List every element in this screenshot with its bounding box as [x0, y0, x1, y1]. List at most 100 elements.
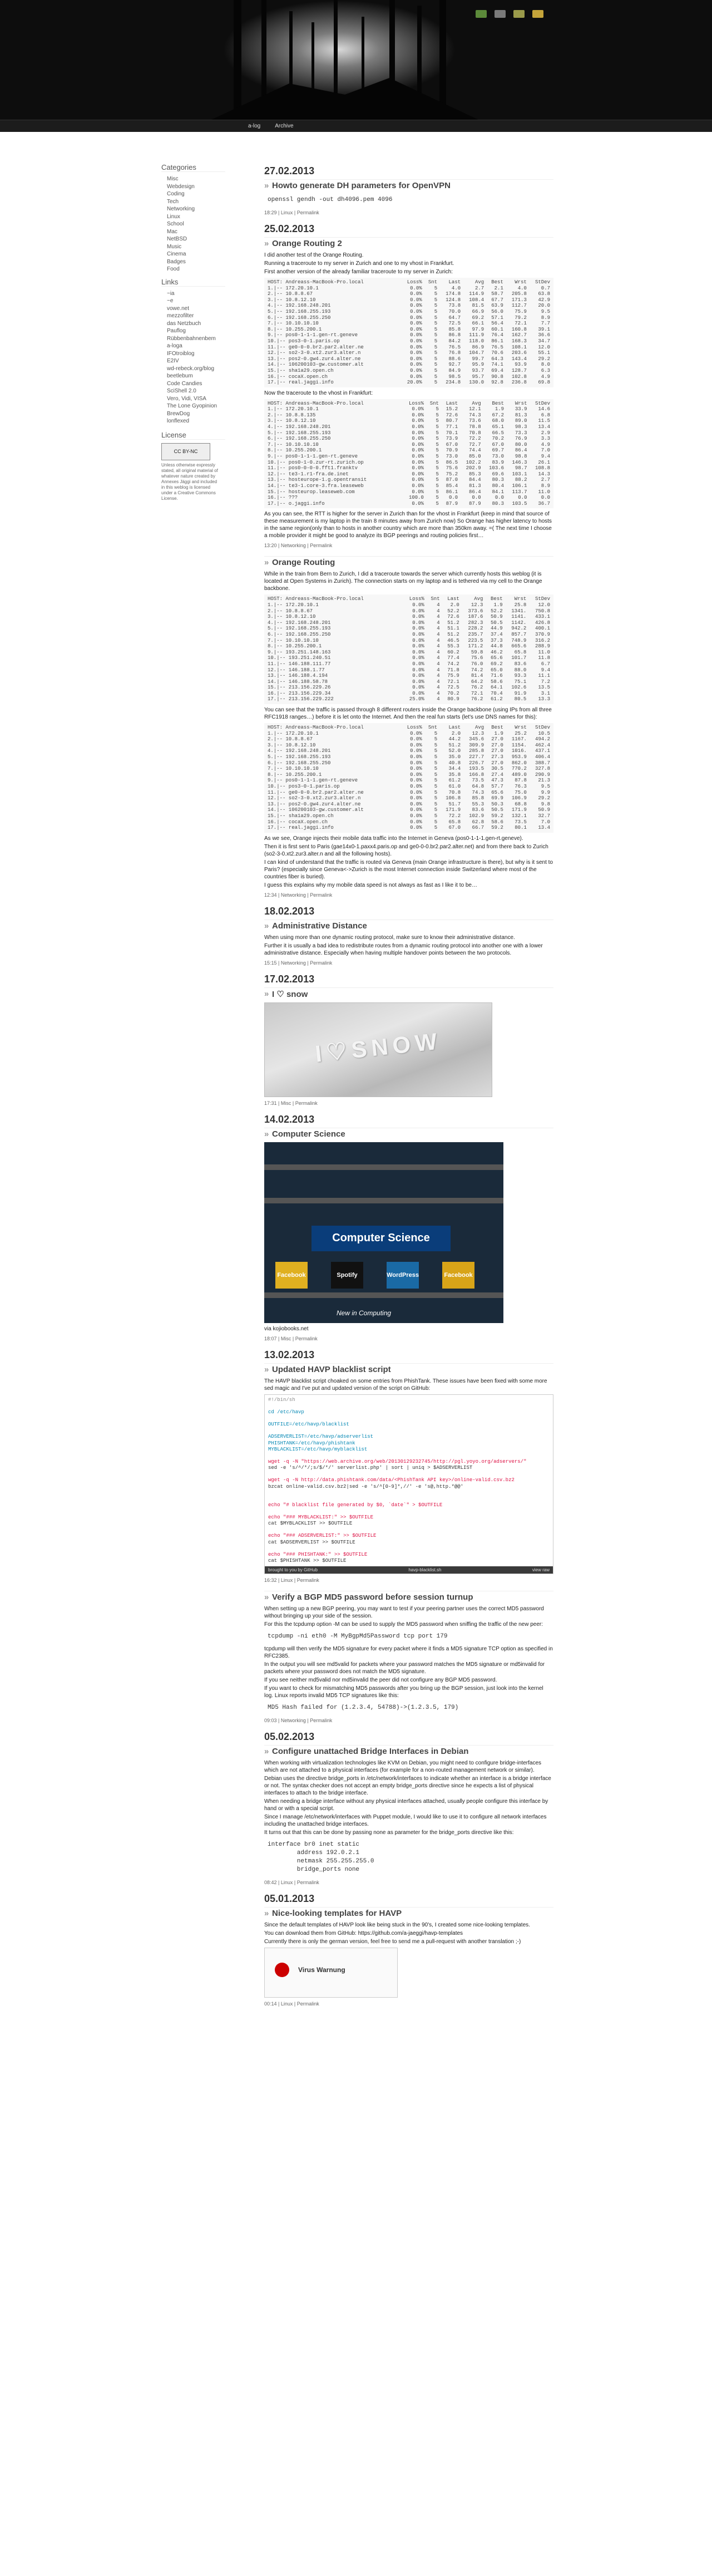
- nav-archive-link[interactable]: Archive: [271, 123, 296, 129]
- category-item[interactable]: Music: [161, 243, 225, 251]
- category-item[interactable]: NetBSD: [161, 235, 225, 243]
- blogroll-item[interactable]: BrewDog: [161, 410, 225, 418]
- blogroll-link[interactable]: das Netzbuch: [167, 321, 201, 327]
- blogroll-item[interactable]: E2IV: [161, 357, 225, 365]
- table-header-cell: Best: [492, 400, 505, 406]
- table-cell: 0.7: [541, 285, 550, 291]
- blogroll-link[interactable]: ~ia: [167, 291, 175, 297]
- post-title[interactable]: Howto generate DH parameters for OpenVPN: [264, 179, 553, 190]
- post-title[interactable]: Computer Science: [264, 1127, 553, 1139]
- category-link[interactable]: NetBSD: [167, 236, 187, 242]
- blogroll-item[interactable]: ~e: [161, 297, 225, 305]
- feed-icon[interactable]: [476, 10, 487, 18]
- category-item[interactable]: Cinema: [161, 250, 225, 258]
- blogroll-item[interactable]: vowe.net: [161, 305, 225, 313]
- creative-commons-badge[interactable]: CC BY-NC: [161, 443, 210, 460]
- blogroll-item[interactable]: The Lone Gyopinion: [161, 402, 225, 410]
- blogroll-link[interactable]: SciShell 2.0: [167, 388, 196, 394]
- blogroll-link[interactable]: vowe.net: [167, 306, 189, 312]
- category-link[interactable]: Food: [167, 266, 180, 272]
- blogroll-link[interactable]: E2IV: [167, 358, 179, 364]
- blogroll-link[interactable]: BrewDog: [167, 411, 190, 417]
- blogroll-link[interactable]: The Lone Gyopinion: [167, 403, 217, 409]
- category-link[interactable]: Badges: [167, 259, 186, 265]
- blogroll-link[interactable]: beetlebum: [167, 373, 193, 379]
- post-title[interactable]: Orange Routing 2: [264, 237, 553, 248]
- category-link[interactable]: Webdesign: [167, 184, 195, 190]
- post-meta[interactable]: 13:20 | Networking | Permalink: [264, 543, 553, 548]
- blogroll-item[interactable]: mezzofilter: [161, 312, 225, 320]
- via-link[interactable]: via kojiobooks.net: [264, 1325, 553, 1333]
- nav-home-link[interactable]: a-log: [245, 123, 264, 129]
- category-link[interactable]: Linux: [167, 214, 180, 220]
- post-title[interactable]: Updated HAVP blacklist script: [264, 1363, 553, 1374]
- table-header-cell: Best: [491, 279, 503, 285]
- post-meta[interactable]: 17:31 | Misc | Permalink: [264, 1100, 553, 1106]
- code-line: cat $PHISHTANK >> $OUTFILE: [268, 1558, 347, 1564]
- blogroll-link[interactable]: wd-rebeck.org/blog: [167, 366, 214, 372]
- gist-credit[interactable]: brought to you by GitHub: [268, 1567, 318, 1572]
- blogroll-link[interactable]: Pauflog: [167, 328, 186, 334]
- category-item[interactable]: Food: [161, 266, 225, 273]
- category-link[interactable]: Cinema: [167, 251, 186, 257]
- snow-photo-writing: I♡SNOW: [314, 1027, 443, 1067]
- blogroll-link[interactable]: a-loga: [167, 343, 182, 349]
- blogroll-link[interactable]: IFOtroiblog: [167, 351, 194, 357]
- mail-icon[interactable]: [513, 10, 525, 18]
- category-item[interactable]: Linux: [161, 213, 225, 221]
- category-link[interactable]: Tech: [167, 199, 179, 205]
- blogroll-link[interactable]: Vero, Vidi, VISA: [167, 396, 206, 402]
- post-meta[interactable]: 16:32 | Linux | Permalink: [264, 1577, 553, 1583]
- gist-raw-link[interactable]: view raw: [532, 1567, 550, 1572]
- blogroll-item[interactable]: lonflexed: [161, 417, 225, 425]
- blogroll-link[interactable]: mezzofilter: [167, 313, 194, 319]
- category-item[interactable]: Misc: [161, 175, 225, 183]
- post-meta[interactable]: 18:07 | Misc | Permalink: [264, 1336, 553, 1341]
- post-meta[interactable]: 08:42 | Linux | Permalink: [264, 1880, 553, 1885]
- gist-filename[interactable]: havp-blacklist.sh: [408, 1567, 441, 1572]
- blogroll-item[interactable]: IFOtroiblog: [161, 350, 225, 358]
- post-meta[interactable]: 00:14 | Linux | Permalink: [264, 2001, 553, 2007]
- post-title[interactable]: Orange Routing: [264, 556, 553, 567]
- blogroll-link[interactable]: Code Candies: [167, 381, 202, 387]
- post-meta[interactable]: 15:15 | Networking | Permalink: [264, 960, 553, 966]
- category-link[interactable]: Networking: [167, 206, 195, 212]
- blogroll-item[interactable]: a-loga: [161, 342, 225, 350]
- blogroll-item[interactable]: Pauflog: [161, 327, 225, 335]
- post-meta[interactable]: 12:34 | Networking | Permalink: [264, 892, 553, 898]
- category-item[interactable]: Badges: [161, 258, 225, 266]
- category-item[interactable]: Coding: [161, 190, 225, 198]
- blogroll-item[interactable]: Rübbenbahnenbem: [161, 335, 225, 343]
- category-item[interactable]: School: [161, 220, 225, 228]
- blogroll-item[interactable]: Code Candies: [161, 380, 225, 388]
- category-link[interactable]: Coding: [167, 191, 185, 197]
- category-link[interactable]: School: [167, 221, 184, 227]
- table-cell: 15.|-- sha1a29.open.ch: [268, 813, 334, 819]
- post-meta[interactable]: 18:29 | Linux | Permalink: [264, 210, 553, 215]
- category-link[interactable]: Misc: [167, 176, 179, 182]
- post-title[interactable]: I ♡ snow: [264, 987, 553, 999]
- rss-icon[interactable]: [532, 10, 543, 18]
- post-title[interactable]: Nice-looking templates for HAVP: [264, 1907, 553, 1918]
- blogroll-item[interactable]: ~ia: [161, 290, 225, 298]
- post-meta[interactable]: 09:03 | Networking | Permalink: [264, 1718, 553, 1723]
- twitter-icon[interactable]: [495, 10, 506, 18]
- category-item[interactable]: Tech: [161, 198, 225, 206]
- category-item[interactable]: Mac: [161, 228, 225, 236]
- blogroll-link[interactable]: ~e: [167, 298, 173, 304]
- blogroll-item[interactable]: Vero, Vidi, VISA: [161, 395, 225, 403]
- post-title[interactable]: Verify a BGP MD5 password before session…: [264, 1591, 553, 1602]
- blogroll-item[interactable]: beetlebum: [161, 372, 225, 380]
- blogroll-link[interactable]: Rübbenbahnenbem: [167, 336, 216, 342]
- post-title[interactable]: Configure unattached Bridge Interfaces i…: [264, 1745, 553, 1756]
- blogroll-item[interactable]: das Netzbuch: [161, 320, 225, 328]
- blogroll-item[interactable]: SciShell 2.0: [161, 387, 225, 395]
- category-link[interactable]: Music: [167, 244, 181, 250]
- category-link[interactable]: Mac: [167, 229, 177, 235]
- blogroll-link[interactable]: lonflexed: [167, 418, 189, 424]
- category-item[interactable]: Networking: [161, 205, 225, 213]
- post-title[interactable]: Administrative Distance: [264, 919, 553, 931]
- category-item[interactable]: Webdesign: [161, 183, 225, 191]
- blogroll-item[interactable]: wd-rebeck.org/blog: [161, 365, 225, 373]
